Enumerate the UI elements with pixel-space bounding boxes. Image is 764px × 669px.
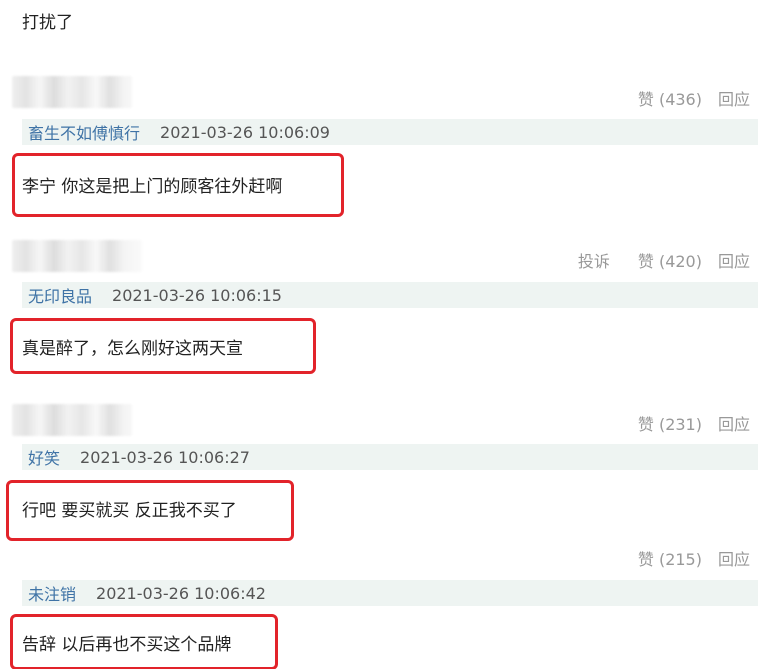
like-button[interactable]: 赞 (436)	[638, 86, 702, 110]
like-button[interactable]: 赞 (215)	[638, 546, 702, 570]
comment-actions: 赞 (436) 回应	[622, 86, 750, 110]
comment-meta-bar: 畜生不如傅慎行 2021-03-26 10:06:09	[22, 119, 758, 145]
comment-body: 李宁 你这是把上门的顾客往外赶啊	[22, 177, 283, 197]
comment-body: 真是醉了，怎么刚好这两天宣	[22, 339, 243, 359]
comment-timestamp: 2021-03-26 10:06:15	[112, 285, 282, 305]
author-link[interactable]: 好笑	[28, 445, 60, 469]
author-link[interactable]: 无印良品	[28, 283, 92, 307]
comment-actions: 赞 (215) 回应	[622, 546, 750, 570]
like-button[interactable]: 赞 (420)	[638, 248, 702, 272]
comment-meta-bar: 无印良品 2021-03-26 10:06:15	[22, 282, 758, 308]
comment-timestamp: 2021-03-26 10:06:42	[96, 583, 266, 603]
reply-button[interactable]: 回应	[718, 411, 750, 435]
report-button[interactable]: 投诉	[578, 248, 610, 272]
previous-comment-text: 打扰了	[22, 13, 73, 33]
comment-actions: 投诉 赞 (420) 回应	[562, 248, 750, 272]
like-button[interactable]: 赞 (231)	[638, 411, 702, 435]
comment-meta-bar: 未注销 2021-03-26 10:06:42	[22, 580, 758, 606]
reply-button[interactable]: 回应	[718, 86, 750, 110]
author-link[interactable]: 未注销	[28, 581, 76, 605]
comment-thread-screenshot: 打扰了 赞 (436) 回应 畜生不如傅慎行 2021-03-26 10:06:…	[0, 0, 764, 669]
blurred-avatar	[12, 76, 132, 108]
reply-button[interactable]: 回应	[718, 248, 750, 272]
author-link[interactable]: 畜生不如傅慎行	[28, 120, 140, 144]
reply-button[interactable]: 回应	[718, 546, 750, 570]
comment-body: 行吧 要买就买 反正我不买了	[22, 501, 237, 521]
comment-timestamp: 2021-03-26 10:06:09	[160, 122, 330, 142]
blurred-avatar	[12, 404, 132, 436]
comment-meta-bar: 好笑 2021-03-26 10:06:27	[22, 444, 758, 470]
comment-timestamp: 2021-03-26 10:06:27	[80, 447, 250, 467]
comment-body: 告辞 以后再也不买这个品牌	[22, 635, 232, 655]
comment-actions: 赞 (231) 回应	[622, 411, 750, 435]
blurred-avatar	[12, 240, 142, 272]
